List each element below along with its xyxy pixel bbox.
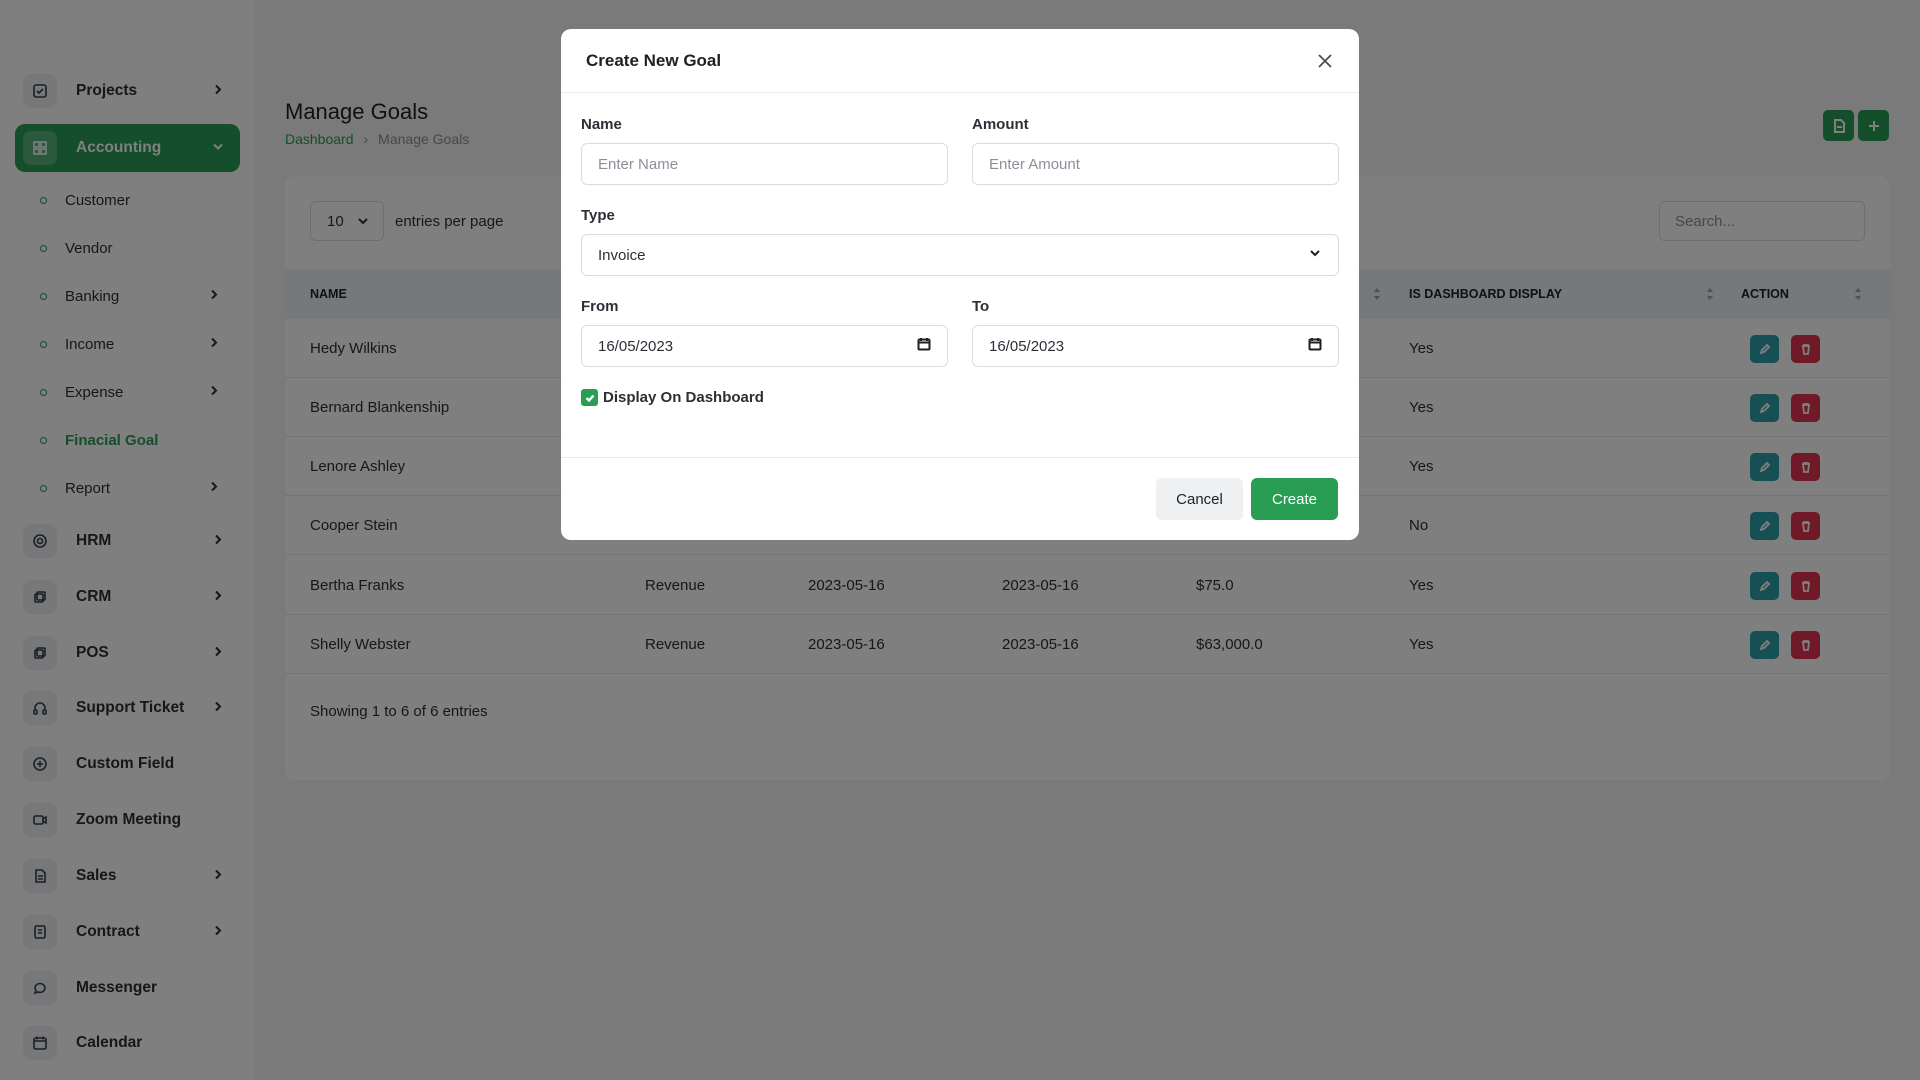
create-button[interactable]: Create <box>1251 478 1338 520</box>
modal-footer-divider <box>561 457 1359 458</box>
type-label: Type <box>581 207 615 224</box>
type-select[interactable]: Invoice <box>581 234 1339 276</box>
modal-header: Create New Goal <box>561 29 1359 93</box>
modal-title: Create New Goal <box>586 50 722 70</box>
display-on-dashboard-label[interactable]: Display On Dashboard <box>603 389 764 406</box>
cancel-button[interactable]: Cancel <box>1156 478 1243 520</box>
from-date-value: 16/05/2023 <box>598 337 674 355</box>
name-input[interactable] <box>581 143 948 185</box>
amount-label: Amount <box>972 116 1029 133</box>
display-on-dashboard-checkbox[interactable]: Display On Dashboard <box>581 389 764 406</box>
to-date-input[interactable]: 16/05/2023 <box>972 325 1339 367</box>
calendar-icon[interactable] <box>1308 337 1322 355</box>
to-date-value: 16/05/2023 <box>989 337 1065 355</box>
create-goal-modal: Create New Goal Name Amount Type Invoice… <box>561 29 1359 540</box>
chevron-down-icon <box>1308 246 1322 264</box>
calendar-icon[interactable] <box>917 337 931 355</box>
close-icon <box>1318 54 1332 68</box>
checkmark-icon[interactable] <box>581 389 598 406</box>
from-label: From <box>581 298 619 315</box>
type-select-value: Invoice <box>598 246 646 264</box>
amount-input[interactable] <box>972 143 1339 185</box>
close-button[interactable] <box>1313 49 1337 73</box>
to-label: To <box>972 298 990 315</box>
from-date-input[interactable]: 16/05/2023 <box>581 325 948 367</box>
name-label: Name <box>581 116 622 133</box>
